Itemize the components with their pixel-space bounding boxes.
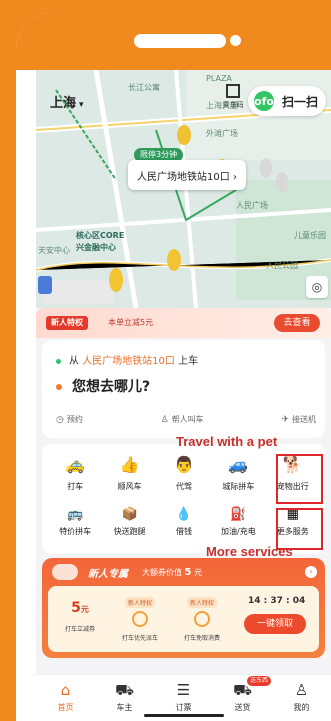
money-icon: 💧 — [175, 506, 193, 522]
map-label: 儿童乐园 — [294, 231, 326, 240]
new-user-card[interactable]: 新人专属 大额券价值 5 元 › 5元 打车立减券 新人特权 打车优先派车 新人… — [42, 558, 325, 658]
claim-button[interactable]: 一键领取 — [244, 614, 306, 634]
app-screen: 上海 ▾ 乘车码 ofo 扫一扫 限停3分钟 人民广场地铁站10口 › 长江公寓 … — [36, 70, 331, 721]
coupon-circle-icon — [132, 611, 148, 627]
destination-input[interactable]: 您想去哪儿? — [56, 376, 150, 396]
scan-button[interactable]: ofo 扫一扫 — [248, 86, 326, 116]
pet-highlight-box — [276, 454, 323, 504]
destination-dot-icon — [56, 384, 62, 390]
taxi-icon: 🚕 — [65, 454, 86, 474]
map-label: 兴金融中心 — [76, 243, 116, 252]
promo-banner[interactable]: 新人特权 本单立减5元 去查看 — [36, 308, 331, 338]
more-annotation: More services — [206, 544, 293, 559]
coupon-item[interactable]: 5元 打车立减券 — [54, 590, 106, 633]
service-loan[interactable]: 💧 借钱 — [157, 504, 211, 552]
pickup-dot-icon — [56, 358, 61, 364]
vip-logo-icon — [52, 564, 78, 580]
speaker-notch — [134, 34, 226, 48]
call-for-others-option[interactable]: ♙ 帮人叫车 — [161, 414, 204, 425]
carpool-icon: 🚙 — [228, 454, 249, 474]
route-card: 从 人民广场地铁站10口 上车 您想去哪儿? ◷ 预约 ♙ 帮人叫车 ✈ 接送机 — [42, 340, 325, 438]
service-designated-driver[interactable]: 👨 代驾 — [157, 452, 211, 500]
driver-icon: 👨 — [174, 454, 194, 474]
city-selector[interactable]: 上海 ▾ — [50, 92, 84, 111]
airport-option[interactable]: ✈ 接送机 — [281, 414, 316, 425]
bottom-sheet: 新人特权 本单立减5元 去查看 从 人民广场地铁站10口 上车 您想去哪儿? ◷… — [36, 308, 331, 674]
service-ride-share[interactable]: 👍 顺风车 — [102, 452, 156, 500]
scan-label: 扫一扫 — [282, 94, 319, 109]
promo-text: 本单立减5元 — [108, 318, 154, 327]
vip-header: 新人专属 大额券价值 5 元 — [52, 564, 202, 580]
courier-icon: 📦 — [121, 506, 138, 522]
service-intercity[interactable]: 🚙 城际拼车 — [211, 452, 265, 500]
tab-home[interactable]: ⌂ 首页 — [36, 675, 95, 721]
map-side-button[interactable] — [38, 276, 52, 294]
tab-profile[interactable]: ♙ 我的 — [272, 675, 331, 721]
bus-icon: 🚌 — [67, 506, 84, 522]
map-label: 人民公园 — [266, 261, 298, 270]
coupon-circle-icon — [194, 611, 210, 627]
home-indicator — [144, 714, 224, 717]
view-promo-button[interactable]: 去查看 — [274, 314, 320, 332]
service-discount-carpool[interactable]: 🚌 特价拼车 — [48, 504, 102, 552]
camera-dot — [230, 35, 241, 46]
locate-icon[interactable]: ◎ — [306, 276, 328, 298]
map-label: 核心区CORE — [76, 231, 125, 240]
order-icon: ☰ — [176, 681, 191, 699]
pet-annotation: Travel with a pet — [176, 434, 278, 449]
service-taxi[interactable]: 🚕 打车 — [48, 452, 102, 500]
delivery-badge: 送东西 — [247, 676, 272, 686]
chevron-down-icon: ▾ — [79, 100, 84, 110]
profile-icon: ♙ — [294, 681, 309, 699]
coupon-panel: 5元 打车立减券 新人特权 打车优先派车 新人特权 打车免取消费 14 : 37… — [48, 586, 319, 652]
map-label: 外滩广场 — [206, 129, 238, 138]
chevron-right-icon[interactable]: › — [305, 566, 317, 578]
coupon-item[interactable]: 新人特权 打车免取消费 — [176, 590, 228, 642]
person-icon: ♙ — [160, 414, 169, 425]
reserve-option[interactable]: ◷ 预约 — [56, 414, 83, 425]
plane-icon: ✈ — [281, 414, 289, 425]
phone-frame: 上海 ▾ 乘车码 ofo 扫一扫 限停3分钟 人民广场地铁站10口 › 长江公寓 … — [16, 12, 331, 721]
ride-options: ◷ 预约 ♙ 帮人叫车 ✈ 接送机 — [56, 414, 316, 425]
map-label: 天安中心 — [38, 246, 70, 255]
map-view[interactable]: 上海 ▾ 乘车码 ofo 扫一扫 限停3分钟 人民广场地铁站10口 › 长江公寓 … — [36, 70, 331, 308]
map-label: 人民广场 — [236, 201, 268, 210]
map-label: 长江公寓 — [128, 83, 160, 92]
qr-code-icon — [226, 84, 240, 98]
phone-bezel — [16, 12, 331, 70]
pickup-row[interactable]: 从 人民广场地铁站10口 上车 — [56, 352, 198, 367]
thumb-icon: 👍 — [119, 454, 140, 474]
car-owner-icon: ⛟ — [115, 681, 134, 699]
new-user-badge: 新人特权 — [46, 316, 88, 330]
fuel-icon: ⛽ — [230, 506, 247, 522]
service-courier[interactable]: 📦 快送跑腿 — [102, 504, 156, 552]
coupon-item[interactable]: 新人特权 打车优先派车 — [114, 590, 166, 642]
map-label: 上海大厦 — [206, 101, 238, 110]
countdown-timer: 14 : 37 : 04 — [248, 596, 306, 606]
map-label: PLAZA — [206, 74, 232, 83]
home-icon: ⌂ — [60, 681, 71, 699]
clock-icon: ◷ — [56, 414, 64, 425]
bike-icon: ofo — [254, 91, 274, 111]
pickup-point-bubble[interactable]: 人民广场地铁站10口 › — [128, 160, 246, 190]
